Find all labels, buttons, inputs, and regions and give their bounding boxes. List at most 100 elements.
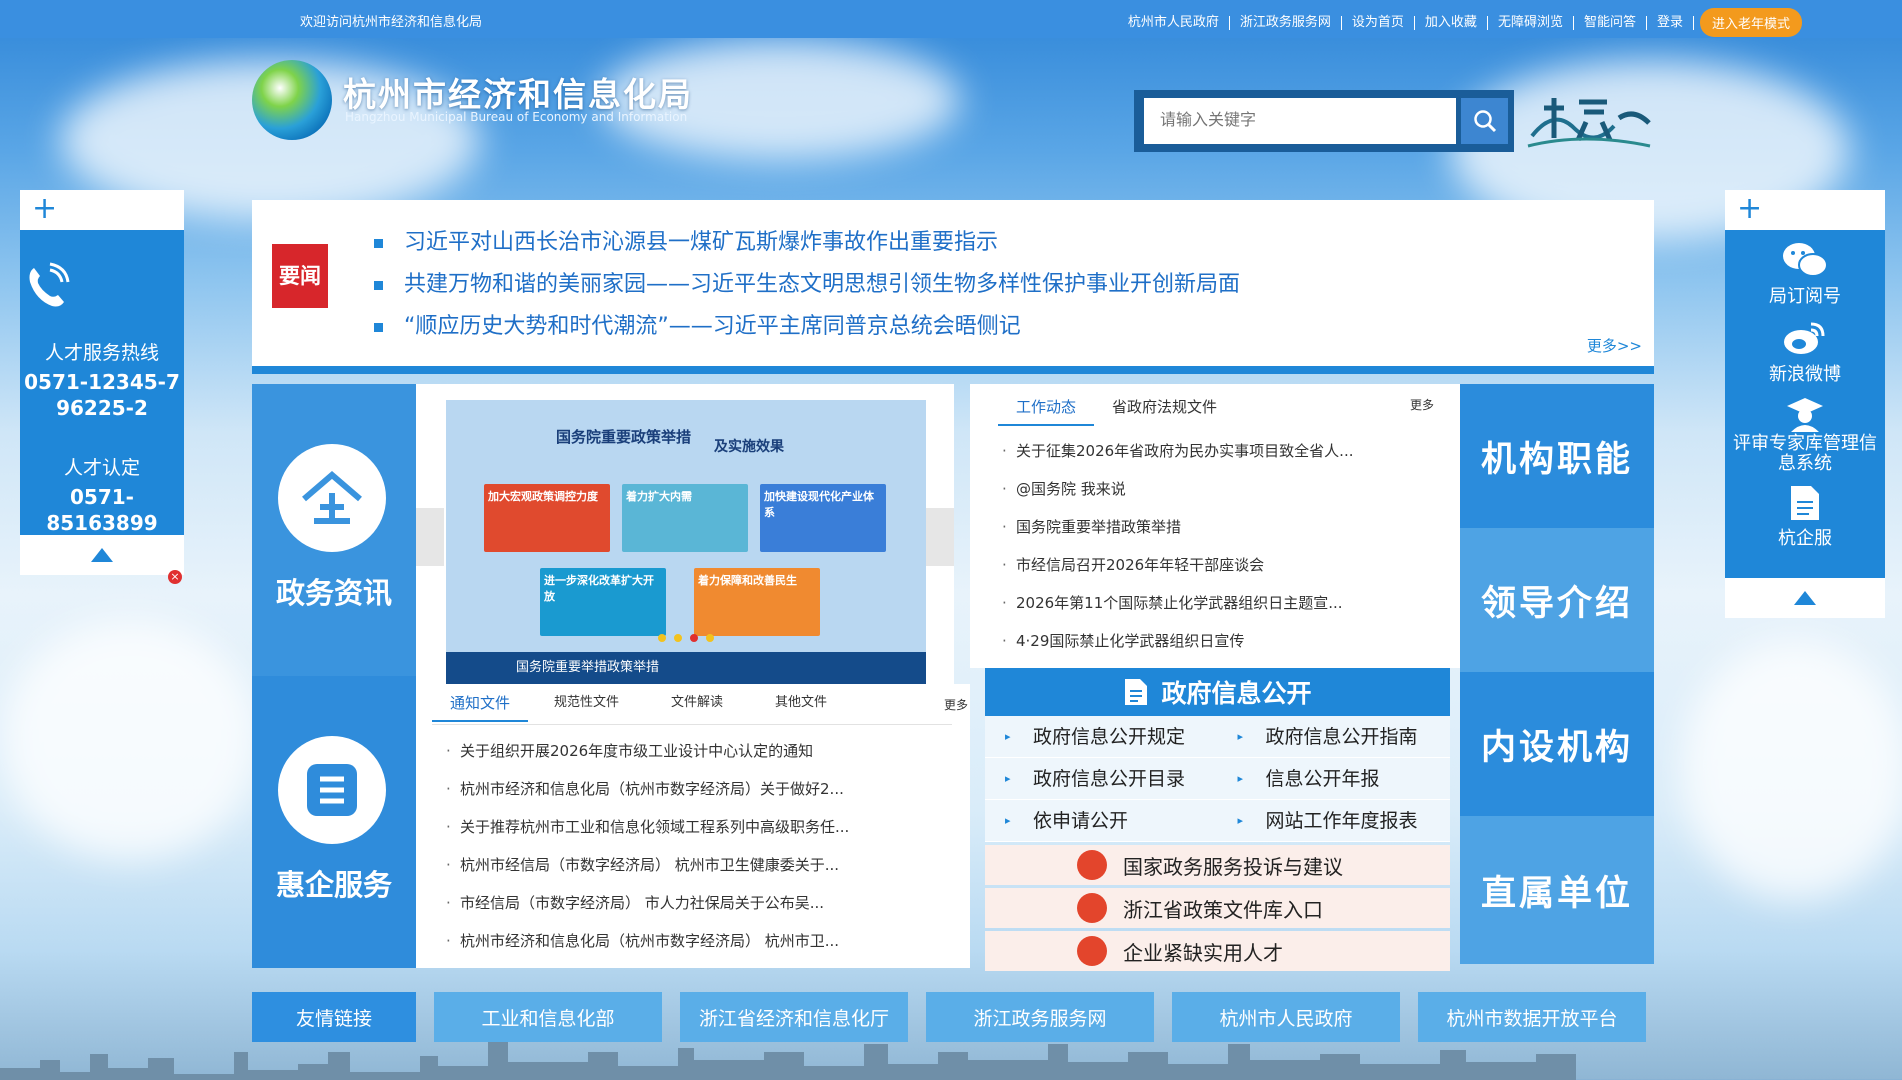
hangqifu-label: 杭企服 (1778, 528, 1832, 549)
notice-item[interactable]: 关于组织开展2026年度市级工业设计中心认定的通知 (446, 732, 936, 770)
gov-info-label: 政务资讯 (275, 576, 392, 610)
service-label: 企业紧缺实用人才 (1123, 940, 1283, 965)
link-login[interactable]: 登录 (1647, 15, 1694, 30)
headline-more-link[interactable]: 更多>> (1587, 335, 1642, 356)
gov-link[interactable]: 网站工作年度报表 (1218, 800, 1451, 842)
carousel-prev-button[interactable] (416, 508, 444, 566)
wechat-subscription[interactable]: 局订阅号 (1725, 240, 1885, 308)
carousel-dot[interactable] (706, 634, 714, 642)
gov-link[interactable]: 政府信息公开指南 (1218, 716, 1451, 758)
hangqifu-link[interactable]: 杭企服 (1725, 484, 1885, 550)
tile-leadership[interactable]: 领导介绍 (1460, 528, 1654, 672)
document-icon (1125, 679, 1148, 705)
weibo-label: 新浪微博 (1769, 364, 1841, 385)
tile-internal-depts[interactable]: 内设机构 (1460, 672, 1654, 816)
link-add-favorite[interactable]: 加入收藏 (1415, 15, 1488, 30)
city-skyline (0, 1042, 1576, 1080)
tab-work-news[interactable]: 工作动态 (998, 388, 1095, 426)
notice-item[interactable]: 市经信局（市数字经济局） 市人力社保局关于公布吴... (446, 884, 936, 922)
notice-item[interactable]: 杭州市经济和信息化局（杭州市数字经济局） 杭州市卫... (446, 922, 936, 960)
service-label: 浙江省政策文件库入口 (1123, 897, 1323, 922)
friendly-links-label: 友情链接 (252, 992, 416, 1042)
search-icon (1473, 110, 1496, 133)
search-box (1134, 90, 1514, 152)
gov-link[interactable]: 政府信息公开目录 (985, 758, 1218, 800)
notice-item[interactable]: 杭州市经信局（市数字经济局） 杭州市卫生健康委关于... (446, 846, 936, 884)
headline-item[interactable]: 共建万物和谐的美丽家园——习近平生态文明思想引领生物多样性保护事业开创新局面 (374, 264, 1240, 306)
service-link[interactable]: 企业紧缺实用人才 (985, 931, 1450, 971)
expert-system-link[interactable]: 评审专家库管理信息系统 (1725, 396, 1885, 474)
gov-link[interactable]: 信息公开年报 (1218, 758, 1451, 800)
work-item[interactable]: @国务院 我来说 (1002, 470, 1402, 508)
wechat-icon (1783, 243, 1828, 277)
tab-normative[interactable]: 规范性文件 (528, 684, 645, 722)
phone-icon (29, 262, 70, 307)
gov-link[interactable]: 依申请公开 (985, 800, 1218, 842)
carousel-caption[interactable]: 国务院重要举措政策举措 (446, 652, 926, 684)
gov-row: 政府信息公开目录 信息公开年报 (985, 758, 1450, 800)
tile-affiliated-units[interactable]: 直属单位 (1460, 816, 1654, 964)
carousel-dot[interactable] (658, 634, 666, 642)
collapse-button[interactable] (20, 535, 184, 575)
link-miit[interactable]: 工业和信息化部 (434, 992, 662, 1042)
carousel-next-button[interactable] (926, 508, 954, 566)
tab-provincial-regulations[interactable]: 省政府法规文件 (1094, 388, 1235, 426)
work-item[interactable]: 市经信局召开2026年年轻干部座谈会 (1002, 546, 1402, 584)
cert-number: 0571-85163899 (46, 485, 158, 535)
search-button[interactable] (1461, 98, 1508, 144)
gov-link-label: 政府信息公开规定 (1033, 726, 1186, 748)
bureau-logo[interactable] (252, 60, 332, 140)
gov-link-label: 政府信息公开指南 (1265, 726, 1418, 748)
enterprise-service-tile[interactable]: 惠企服务 (252, 676, 416, 968)
search-input[interactable] (1144, 98, 1456, 144)
notice-item[interactable]: 关于推荐杭州市工业和信息化领域工程系列中高级职务任... (446, 808, 936, 846)
expand-plus-icon[interactable]: + (20, 190, 184, 230)
weibo-link[interactable]: 新浪微博 (1725, 318, 1885, 386)
close-icon[interactable]: × (168, 570, 182, 584)
notice-more-link[interactable]: 更多 (944, 696, 968, 713)
expand-plus-icon[interactable]: + (1725, 190, 1885, 230)
work-item[interactable]: 国务院重要举措政策举措 (1002, 508, 1402, 546)
service-link[interactable]: 国家政务服务投诉与建议 (985, 845, 1450, 885)
hotline-number-1: 0571-12345-7 (24, 370, 180, 394)
link-hz-open-data[interactable]: 杭州市数据开放平台 (1418, 992, 1646, 1042)
carousel-dots (658, 634, 714, 642)
link-zj-service-net[interactable]: 浙江政务服务网 (926, 992, 1154, 1042)
notice-item[interactable]: 杭州市经济和信息化局（杭州市数字经济局）关于做好2... (446, 770, 936, 808)
headline-item[interactable]: 习近平对山西长治市沁源县一煤矿瓦斯爆炸事故作出重要指示 (374, 222, 1240, 264)
link-accessibility[interactable]: 无障碍浏览 (1488, 15, 1574, 30)
link-set-home[interactable]: 设为首页 (1342, 15, 1415, 30)
gov-info-open-header[interactable]: 政府信息公开 (985, 668, 1450, 716)
expert-icon (1787, 398, 1823, 432)
gov-link[interactable]: 政府信息公开规定 (985, 716, 1218, 758)
headline-item[interactable]: “顺应历史大势和时代潮流”——习近平主席同普京总统会晤侧记 (374, 306, 1240, 348)
tab-interpretation[interactable]: 文件解读 (645, 684, 749, 722)
work-item[interactable]: 关于征集2026年省政府为民办实事项目致全省人... (1002, 432, 1402, 470)
carousel-image[interactable]: 国务院重要政策举措 及实施效果 加大宏观政策调控力度 着力扩大内需 加快建设现代… (446, 400, 926, 664)
work-more-link[interactable]: 更多 (1410, 396, 1434, 413)
work-item[interactable]: 4·29国际禁止化学武器组织日宣传 (1002, 622, 1402, 660)
policy-carousel[interactable]: 国务院重要政策举措 及实施效果 加大宏观政策调控力度 着力扩大内需 加快建设现代… (416, 384, 954, 684)
globe-icon (1077, 893, 1107, 923)
link-zj-service[interactable]: 浙江政务服务网 (1230, 15, 1342, 30)
link-zj-econ[interactable]: 浙江省经济和信息化厅 (680, 992, 908, 1042)
service-link[interactable]: 浙江省政策文件库入口 (985, 888, 1450, 928)
gov-info-tile[interactable]: 政务资讯 (252, 384, 416, 676)
tab-other[interactable]: 其他文件 (749, 684, 853, 722)
link-smart-qa[interactable]: 智能问答 (1574, 15, 1647, 30)
carousel-dot[interactable] (690, 634, 698, 642)
work-item[interactable]: 2026年第11个国际禁止化学武器组织日主题宣... (1002, 584, 1402, 622)
wechat-label: 局订阅号 (1769, 286, 1841, 307)
link-hz-people-gov[interactable]: 杭州市人民政府 (1172, 992, 1400, 1042)
tab-notice[interactable]: 通知文件 (432, 684, 529, 722)
collapse-button[interactable] (1725, 578, 1885, 618)
notice-tabs: 通知文件 规范性文件 文件解读 其他文件 (432, 684, 853, 722)
welcome-text: 欢迎访问杭州市经济和信息化局 (300, 15, 483, 30)
gov-link-label: 网站工作年度报表 (1265, 810, 1418, 832)
link-hz-gov[interactable]: 杭州市人民政府 (1118, 15, 1230, 30)
carousel-tile: 着力扩大内需 (622, 484, 748, 552)
carousel-dot[interactable] (674, 634, 682, 642)
work-list: 关于征集2026年省政府为民办实事项目致全省人... @国务院 我来说 国务院重… (1002, 432, 1402, 660)
tile-org-functions[interactable]: 机构职能 (1460, 384, 1654, 528)
elder-mode-button[interactable]: 进入老年模式 (1699, 8, 1802, 37)
